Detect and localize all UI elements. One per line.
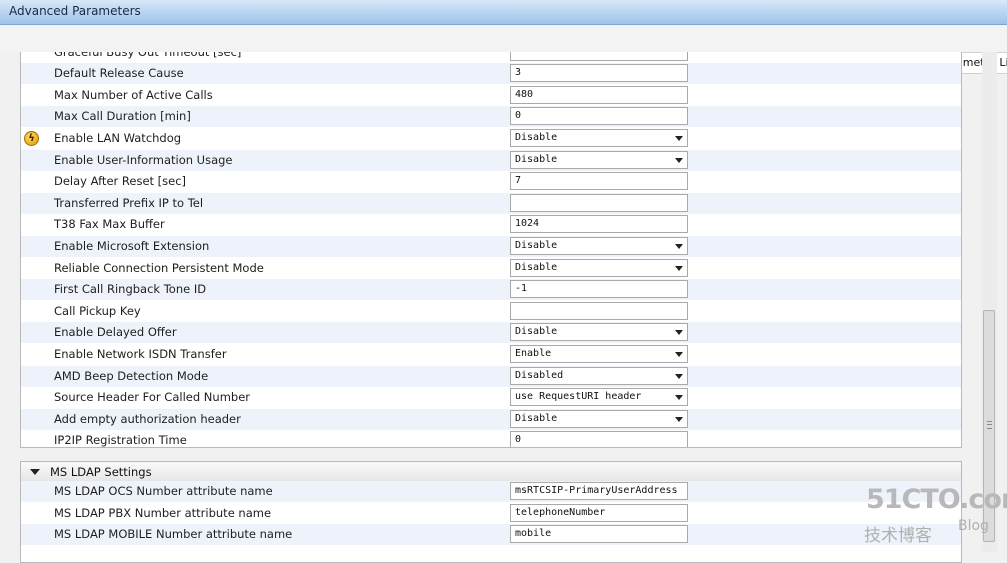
param-select[interactable]: Disable — [510, 258, 688, 277]
watermark: 51CTO.com 技术博客 Blog — [862, 484, 1007, 546]
param-label: Graceful Busy Out Timeout [sec] — [54, 52, 241, 59]
ldap-row: MS LDAP OCS Number attribute name msRTCSI… — [21, 481, 961, 502]
lightning-icon: ϟ — [24, 130, 39, 146]
vertical-scrollbar[interactable] — [982, 52, 997, 552]
param-row: Default Release Cause 3 — [21, 63, 961, 85]
top-strip: Basic Parameter List — [0, 25, 1007, 74]
param-label: Default Release Cause — [54, 66, 184, 81]
param-input[interactable]: 3 — [510, 64, 688, 83]
param-select[interactable]: Disable — [510, 128, 688, 147]
param-row: Max Number of Active Calls 480 — [21, 85, 961, 106]
ldap-row: MS LDAP PBX Number attribute name telepho… — [21, 503, 961, 524]
param-label: Enable Network ISDN Transfer — [54, 346, 227, 361]
window-title: Advanced Parameters — [9, 4, 141, 18]
param-label: Enable Delayed Offer — [54, 325, 177, 340]
param-select[interactable]: use RequestURI header — [510, 388, 688, 407]
param-row: AMD Beep Detection Mode Disabled — [21, 365, 961, 387]
param-label: Max Number of Active Calls — [54, 87, 213, 102]
ms-ldap-settings-section: MS LDAP Settings MS LDAP OCS Number attr… — [20, 461, 962, 563]
ldap-input[interactable]: telephoneNumber — [510, 503, 688, 522]
ldap-label: MS LDAP PBX Number attribute name — [54, 505, 272, 520]
param-label: Enable LAN Watchdog — [54, 130, 182, 145]
param-label: Delay After Reset [sec] — [54, 174, 187, 189]
ldap-input[interactable]: mobile — [510, 525, 688, 543]
param-label: IP2IP Registration Time — [54, 433, 187, 448]
param-row: Enable Delayed Offer Disable — [21, 322, 961, 344]
param-row: IP2IP Registration Time 0 — [21, 430, 961, 448]
param-label: Transferred Prefix IP to Tel — [54, 195, 204, 210]
window-titlebar: Advanced Parameters — [0, 0, 1007, 25]
param-label: Reliable Connection Persistent Mode — [54, 260, 264, 275]
ldap-input[interactable]: msRTCSIP-PrimaryUserAddress — [510, 482, 688, 500]
watermark-sub: 技术博客 — [864, 526, 932, 546]
param-label: Max Call Duration [min] — [54, 109, 191, 124]
param-select[interactable]: Enable — [510, 344, 688, 363]
param-label: Call Pickup Key — [54, 303, 141, 318]
param-input[interactable] — [510, 301, 688, 320]
param-label: Enable Microsoft Extension — [54, 238, 210, 253]
param-row: Enable Network ISDN Transfer Enable — [21, 344, 961, 365]
ldap-label: MS LDAP OCS Number attribute name — [54, 484, 273, 498]
param-label: Source Header For Called Number — [54, 390, 250, 405]
ms-ldap-section-title: MS LDAP Settings — [50, 465, 152, 479]
param-select[interactable]: Disable — [510, 323, 688, 342]
param-input[interactable]: 7 — [510, 172, 688, 191]
param-row: Max Call Duration [min] 0 — [21, 106, 961, 128]
ldap-label: MS LDAP MOBILE Number attribute name — [54, 527, 293, 541]
param-row: Source Header For Called Number use Reque… — [21, 387, 961, 408]
param-input[interactable]: 0 — [510, 107, 688, 126]
param-row: Graceful Busy Out Timeout [sec] — [21, 52, 961, 63]
param-input[interactable]: 0 — [510, 431, 688, 447]
param-select[interactable]: Disable — [510, 150, 688, 169]
watermark-blog: Blog — [958, 518, 989, 534]
param-label: T38 Fax Max Buffer — [54, 217, 165, 232]
param-input[interactable] — [510, 193, 688, 212]
param-row: Add empty authorization header Disable — [21, 408, 961, 430]
param-input[interactable]: -1 — [510, 280, 688, 299]
param-row: T38 Fax Max Buffer 1024 — [21, 214, 961, 235]
collapse-triangle-icon[interactable] — [30, 469, 40, 475]
ms-ldap-section-header[interactable]: MS LDAP Settings — [21, 462, 961, 482]
ldap-row: MS LDAP MOBILE Number attribute name mobi… — [21, 524, 961, 545]
param-label: First Call Ringback Tone ID — [54, 282, 207, 297]
param-row: First Call Ringback Tone ID -1 — [21, 279, 961, 301]
param-label: AMD Beep Detection Mode — [54, 368, 209, 383]
watermark-site: 51CTO.com — [866, 484, 1007, 515]
param-row: ϟ Enable LAN Watchdog Disable — [21, 128, 961, 149]
param-label: Enable User-Information Usage — [54, 152, 233, 167]
param-label: Add empty authorization header — [54, 411, 241, 426]
param-row: Reliable Connection Persistent Mode Disab… — [21, 258, 961, 279]
param-input[interactable]: 1024 — [510, 215, 688, 234]
param-row: Transferred Prefix IP to Tel — [21, 192, 961, 214]
param-select[interactable]: Disable — [510, 409, 688, 428]
param-input[interactable] — [510, 52, 688, 61]
param-select[interactable]: Disable — [510, 236, 688, 255]
grip-icon — [987, 421, 992, 429]
param-row: Call Pickup Key — [21, 301, 961, 322]
param-row: Enable User-Information Usage Disable — [21, 149, 961, 171]
param-input[interactable]: 480 — [510, 85, 688, 104]
param-row: Delay After Reset [sec] 7 — [21, 171, 961, 192]
param-row: Enable Microsoft Extension Disable — [21, 235, 961, 257]
parameters-table: Graceful Busy Out Timeout [sec] Default R… — [20, 52, 962, 448]
param-select[interactable]: Disabled — [510, 366, 688, 385]
